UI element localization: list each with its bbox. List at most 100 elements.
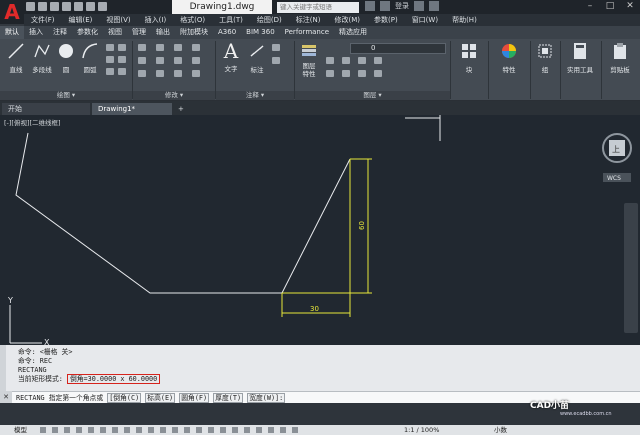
menu-parametric[interactable]: 参数(P) [367, 14, 405, 26]
tab-performance[interactable]: Performance [280, 26, 334, 39]
draw-small-icon[interactable] [118, 68, 126, 75]
layer-small-icon[interactable] [342, 70, 350, 77]
dimension-tool[interactable]: 标注 [246, 42, 268, 74]
tab-view[interactable]: 视图 [103, 26, 127, 39]
menu-tools[interactable]: 工具(T) [212, 14, 250, 26]
white-outline[interactable] [15, 132, 351, 294]
binoculars-icon[interactable] [365, 1, 375, 11]
layers-panel-title[interactable]: 图层 ▾ [295, 91, 450, 100]
annotation-scale[interactable]: 1:1 / 100% [404, 425, 439, 435]
draw-small-icon[interactable] [118, 56, 126, 63]
draw-small-icon[interactable] [106, 44, 114, 51]
help-icon[interactable] [429, 1, 439, 11]
properties-tool[interactable]: 特性 [494, 42, 524, 74]
table-icon[interactable] [272, 57, 280, 64]
open-icon[interactable] [38, 2, 47, 11]
navigation-bar[interactable] [624, 203, 638, 333]
utilities-tool[interactable]: 实用工具 [562, 42, 598, 74]
line-tool[interactable]: 直线 [4, 42, 28, 74]
units-label[interactable]: 小数 [494, 425, 507, 435]
option-elevation[interactable]: 标高(E) [145, 393, 176, 403]
new-icon[interactable] [26, 2, 35, 11]
mirror-icon[interactable] [156, 57, 164, 64]
autocad-logo-icon[interactable]: A [0, 0, 24, 24]
tab-default[interactable]: 默认 [0, 26, 24, 39]
print-icon[interactable] [74, 2, 83, 11]
menu-format[interactable]: 格式(O) [173, 14, 212, 26]
maximize-icon[interactable]: □ [600, 0, 620, 12]
menu-draw[interactable]: 绘图(D) [250, 14, 289, 26]
trim-icon[interactable] [174, 44, 182, 51]
erase-icon[interactable] [192, 44, 200, 51]
tab-bim360[interactable]: BIM 360 [241, 26, 280, 39]
move-icon[interactable] [138, 44, 146, 51]
copy-icon[interactable] [138, 57, 146, 64]
tab-addins[interactable]: 附加模块 [175, 26, 213, 39]
group-tool[interactable]: 组 [534, 42, 556, 74]
minimize-icon[interactable]: – [580, 0, 600, 12]
stretch-icon[interactable] [138, 70, 146, 77]
undo-icon[interactable] [86, 2, 95, 11]
draw-small-icon[interactable] [106, 56, 114, 63]
layer-small-icon[interactable] [326, 70, 334, 77]
offset-icon[interactable] [192, 70, 200, 77]
tab-manage[interactable]: 管理 [127, 26, 151, 39]
option-fillet[interactable]: 圆角(F) [179, 393, 210, 403]
signin-link[interactable]: 登录 [395, 1, 409, 11]
draw-small-icon[interactable] [118, 44, 126, 51]
save-icon[interactable] [50, 2, 59, 11]
tab-parametric[interactable]: 参数化 [72, 26, 103, 39]
polyline-tool[interactable]: 多段线 [29, 42, 55, 74]
scale-icon[interactable] [156, 70, 164, 77]
model-tab[interactable]: 模型 [14, 425, 27, 435]
block-tool[interactable]: 块 [456, 42, 482, 74]
array-icon[interactable] [174, 70, 182, 77]
fillet-icon[interactable] [174, 57, 182, 64]
menu-view[interactable]: 视图(V) [99, 14, 137, 26]
arc-tool[interactable]: 圆弧 [78, 42, 102, 74]
menu-edit[interactable]: 编辑(E) [62, 14, 100, 26]
close-icon[interactable]: ✕ [620, 0, 640, 12]
option-width[interactable]: 宽度(W)]: [247, 393, 286, 403]
layer-small-icon[interactable] [326, 57, 334, 64]
draw-small-icon[interactable] [106, 68, 114, 75]
tab-featured-apps[interactable]: 精选应用 [334, 26, 372, 39]
saveas-icon[interactable] [62, 2, 71, 11]
menu-file[interactable]: 文件(F) [24, 14, 62, 26]
leader-icon[interactable] [272, 44, 280, 51]
layer-small-icon[interactable] [342, 57, 350, 64]
file-tab-start[interactable]: 开始 [2, 103, 90, 115]
annotation-panel-title[interactable]: 注释 ▾ [216, 91, 294, 100]
exchange-icon[interactable] [414, 1, 424, 11]
text-tool[interactable]: A 文字 [220, 41, 242, 73]
layer-dropdown[interactable]: 0 [350, 43, 446, 54]
menu-modify[interactable]: 修改(M) [327, 14, 367, 26]
menu-window[interactable]: 窗口(W) [405, 14, 445, 26]
tab-insert[interactable]: 插入 [24, 26, 48, 39]
new-tab-plus-icon[interactable]: + [176, 103, 188, 115]
clipboard-tool[interactable]: 剪贴板 [603, 42, 637, 74]
layer-properties-tool[interactable]: 图层 特性 [298, 42, 320, 78]
draw-panel-title[interactable]: 绘图 ▾ [0, 91, 132, 100]
menu-help[interactable]: 帮助(H) [445, 14, 484, 26]
search-input[interactable]: 键入关键字或短语 [277, 2, 359, 13]
user-icon[interactable] [380, 1, 390, 11]
layer-small-icon[interactable] [358, 70, 366, 77]
layer-small-icon[interactable] [374, 70, 382, 77]
tab-output[interactable]: 输出 [151, 26, 175, 39]
option-thickness[interactable]: 厚度(T) [213, 393, 244, 403]
redo-icon[interactable] [98, 2, 107, 11]
menu-dimension[interactable]: 标注(N) [289, 14, 328, 26]
tab-annotate[interactable]: 注释 [48, 26, 72, 39]
command-close-icon[interactable]: ✕ [0, 391, 12, 403]
layer-small-icon[interactable] [374, 57, 382, 64]
menu-insert[interactable]: 插入(I) [138, 14, 174, 26]
option-chamfer[interactable]: [倒角(C) [107, 393, 142, 403]
circle-tool[interactable]: 圆 [56, 42, 76, 74]
file-tab-drawing1[interactable]: Drawing1* [92, 103, 172, 115]
explode-icon[interactable] [192, 57, 200, 64]
tab-a360[interactable]: A360 [213, 26, 241, 39]
modify-panel-title[interactable]: 修改 ▾ [133, 91, 215, 100]
status-toggle-icons[interactable] [40, 427, 300, 433]
rotate-icon[interactable] [156, 44, 164, 51]
